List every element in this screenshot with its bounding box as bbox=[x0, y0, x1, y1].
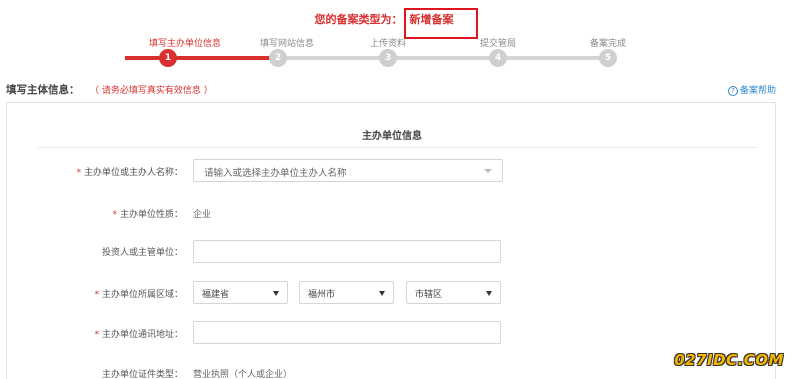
owner-nature-label-text: 主办单位性质： bbox=[119, 210, 183, 220]
help-link-label: 备案帮助 bbox=[739, 86, 776, 96]
investor-label-text: 投资人或主管单位： bbox=[101, 248, 183, 258]
filing-type-value: 新增备案 bbox=[403, 8, 478, 39]
panel-title: 主办单位信息 bbox=[362, 131, 422, 142]
district-value: 市辖区 bbox=[415, 290, 443, 300]
chevron-down-icon[interactable] bbox=[484, 169, 492, 173]
cert-type-value: 营业执照（个人或企业） bbox=[193, 370, 293, 379]
province-value: 福建省 bbox=[202, 290, 230, 300]
step-line-3-4 bbox=[388, 56, 498, 60]
owner-name-label: * 主办单位或主办人名称： bbox=[0, 165, 183, 178]
owner-nature-value: 企业 bbox=[193, 210, 212, 220]
owner-nature-label: * 主办单位性质： bbox=[0, 207, 183, 220]
district-select[interactable]: 市辖区 bbox=[406, 281, 501, 304]
panel-divider bbox=[37, 147, 757, 148]
cert-type-label: 主办单位证件类型： bbox=[0, 367, 183, 379]
address-label-text: 主办单位通讯地址： bbox=[101, 330, 183, 340]
filing-type-label: 您的备案类型为： bbox=[314, 13, 403, 26]
caret-down-icon bbox=[486, 291, 492, 296]
step-circle-3: 3 bbox=[379, 49, 397, 67]
city-value: 福州市 bbox=[308, 290, 336, 300]
step-line-1-2 bbox=[180, 56, 278, 60]
step-line-4-5 bbox=[498, 56, 608, 60]
province-select[interactable]: 福建省 bbox=[193, 281, 288, 304]
help-link[interactable]: ? 备案帮助 bbox=[727, 83, 776, 96]
required-mark: * bbox=[112, 210, 118, 220]
watermark-logo: 027IDC.COM bbox=[674, 351, 784, 369]
section-hint: （ 请务必填写真实有效信息 ） bbox=[90, 86, 213, 96]
step-label-5: 备案完成 bbox=[589, 39, 626, 49]
cert-type-label-text: 主办单位证件类型： bbox=[101, 370, 183, 379]
caret-down-icon bbox=[379, 291, 385, 296]
step-circle-4: 4 bbox=[489, 49, 507, 67]
region-label-text: 主办单位所属区域： bbox=[101, 290, 183, 300]
owner-name-combobox[interactable]: 请输入或选择主办单位主办人名称 bbox=[193, 159, 503, 182]
step-circle-1: 1 bbox=[159, 49, 177, 67]
caret-down-icon bbox=[273, 291, 279, 296]
investor-label: 投资人或主管单位： bbox=[0, 245, 183, 258]
step-line-2-3 bbox=[278, 56, 388, 60]
step-label-2: 填写网站信息 bbox=[259, 39, 314, 49]
step-label-4: 提交管局 bbox=[479, 39, 516, 49]
required-mark: * bbox=[94, 290, 100, 300]
step-circle-2: 2 bbox=[269, 49, 287, 67]
address-input[interactable] bbox=[193, 321, 501, 344]
section-title: 填写主体信息： bbox=[6, 84, 80, 96]
step-label-1: 填写主办单位信息 bbox=[148, 39, 221, 49]
step-circle-5: 5 bbox=[599, 49, 617, 67]
section-header: 填写主体信息： （ 请务必填写真实有效信息 ） ? 备案帮助 bbox=[0, 82, 792, 100]
required-mark: * bbox=[76, 168, 82, 178]
owner-name-placeholder: 请输入或选择主办单位主办人名称 bbox=[204, 168, 347, 179]
question-circle-icon: ? bbox=[727, 86, 738, 96]
step-label-3: 上传资料 bbox=[369, 39, 406, 49]
owner-name-label-text: 主办单位或主办人名称： bbox=[83, 168, 183, 178]
investor-input[interactable] bbox=[193, 240, 501, 263]
region-label: * 主办单位所属区域： bbox=[0, 287, 183, 300]
filing-type-line: 您的备案类型为： 新增备案 bbox=[0, 8, 792, 39]
city-select[interactable]: 福州市 bbox=[299, 281, 394, 304]
owner-info-panel: 主办单位信息 * 主办单位或主办人名称： 请输入或选择主办单位主办人名称 * 主… bbox=[6, 102, 776, 379]
required-mark: * bbox=[94, 330, 100, 340]
step-progress: 填写主办单位信息 填写网站信息 上传资料 提交管局 备案完成 1 2 3 4 5 bbox=[0, 36, 792, 70]
address-label: * 主办单位通讯地址： bbox=[0, 327, 183, 340]
